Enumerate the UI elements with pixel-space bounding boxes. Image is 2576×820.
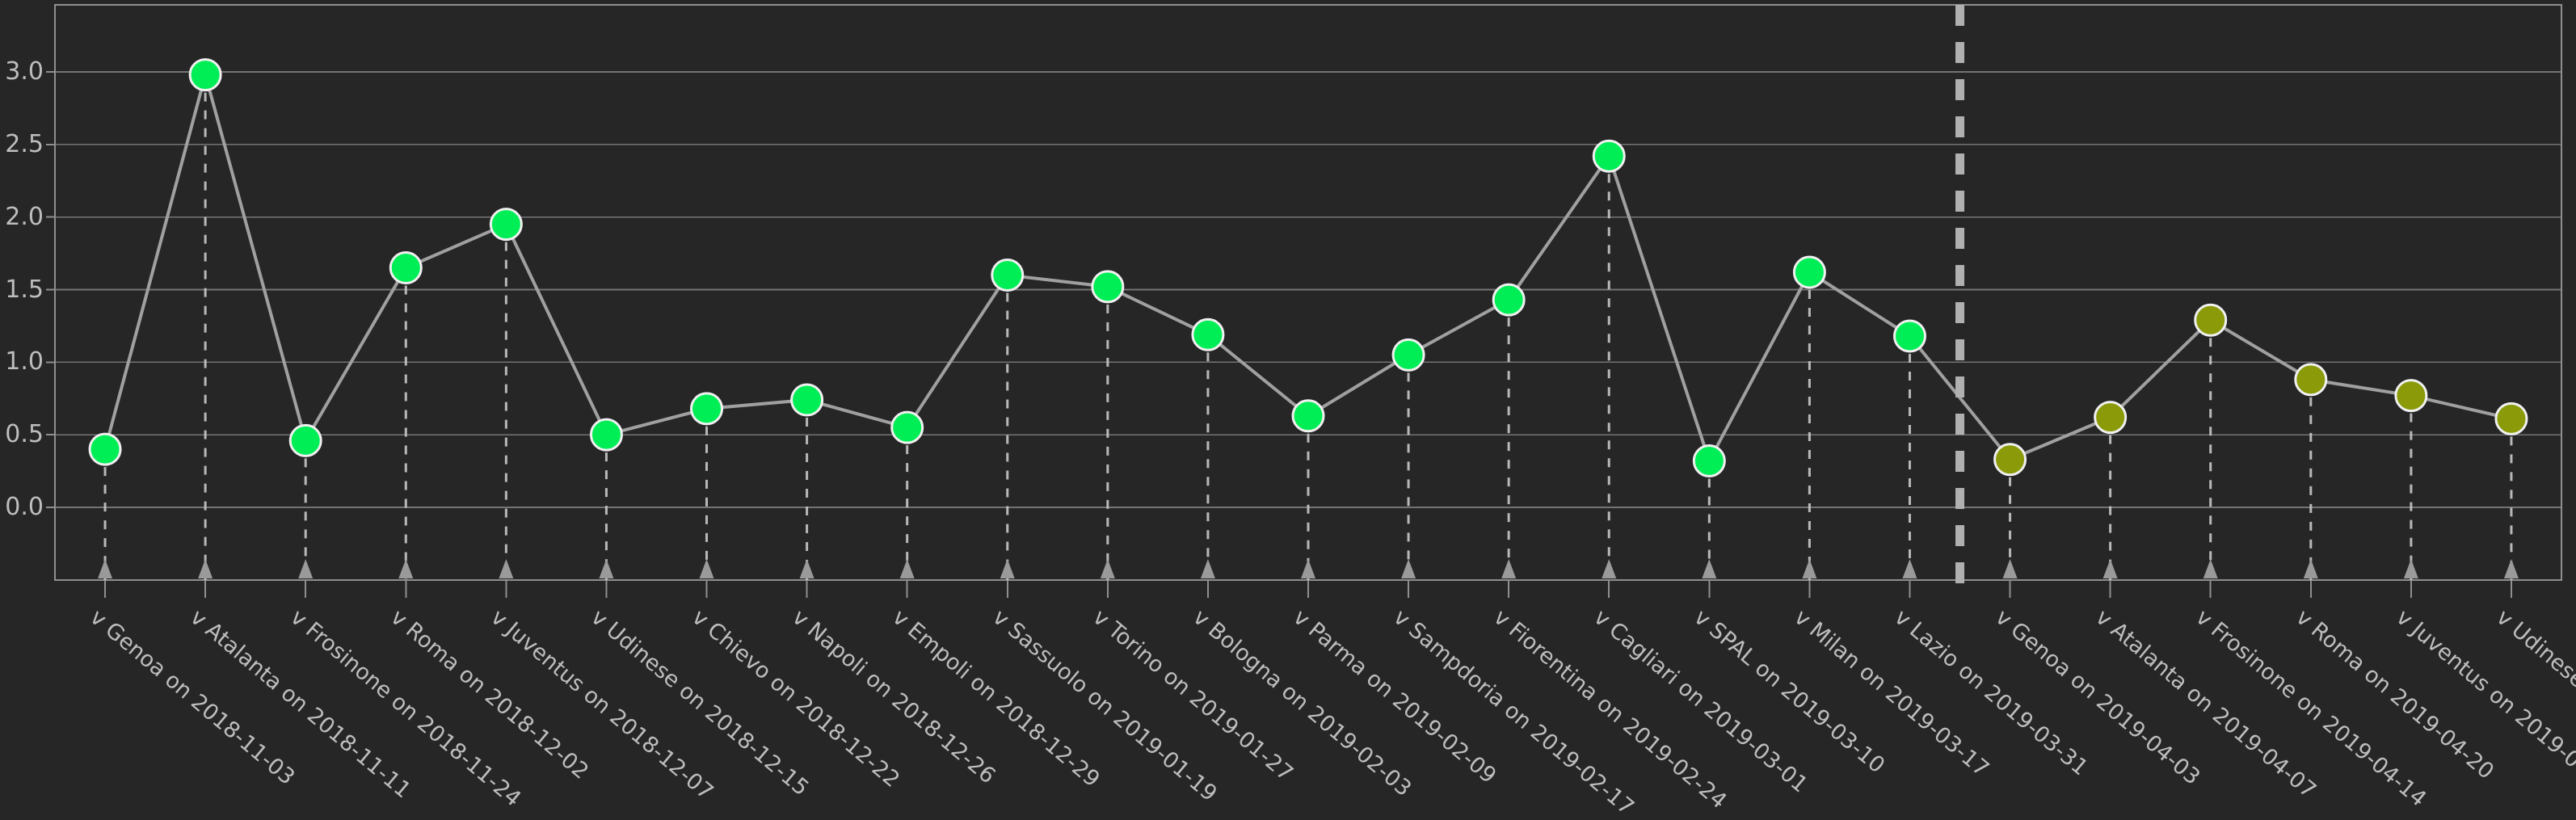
data-point-marker[interactable] bbox=[1892, 319, 1926, 353]
data-point-marker[interactable] bbox=[1792, 255, 1826, 289]
data-point-marker[interactable] bbox=[790, 383, 824, 417]
data-point-marker[interactable] bbox=[991, 259, 1025, 292]
y-axis-tick-label: 2.0 bbox=[5, 202, 44, 231]
x-tick-caret-icon bbox=[2102, 559, 2118, 578]
gridlines bbox=[46, 71, 2561, 508]
data-point-marker[interactable] bbox=[1692, 444, 1726, 478]
point-stems bbox=[103, 74, 2513, 580]
x-tick-caret-icon bbox=[1100, 559, 1115, 578]
data-point-marker[interactable] bbox=[1391, 338, 1425, 372]
x-tick-caret-icon bbox=[1200, 559, 1215, 578]
data-point-marker[interactable] bbox=[489, 208, 523, 242]
data-point-marker[interactable] bbox=[389, 251, 423, 285]
chart-figure: 0.0 0.5 1.0 1.5 2.0 2.5 3.0 v Genoa on 2018-11… bbox=[0, 0, 2576, 820]
x-tick-caret-icon bbox=[1902, 559, 1917, 578]
x-tick-caret-icon bbox=[1702, 559, 1717, 578]
x-tick-caret-icon bbox=[699, 559, 714, 578]
data-point-marker[interactable] bbox=[88, 432, 122, 466]
x-tick-caret-icon bbox=[499, 559, 514, 578]
x-tick-caret-icon bbox=[198, 559, 213, 578]
x-tick-caret-icon bbox=[1000, 559, 1015, 578]
data-point-marker[interactable] bbox=[1091, 270, 1125, 304]
x-tick-caret-icon bbox=[2503, 559, 2519, 578]
x-tick-caret-icon bbox=[2403, 559, 2418, 578]
x-tick-caret-icon bbox=[2203, 559, 2218, 578]
x-tick-caret-icon bbox=[799, 559, 814, 578]
x-tick-carets bbox=[98, 559, 2519, 598]
y-axis-tick-label: 0.5 bbox=[5, 420, 44, 449]
x-tick-caret-icon bbox=[1802, 559, 1817, 578]
x-tick-caret-icon bbox=[1301, 559, 1315, 578]
data-point-marker[interactable] bbox=[188, 58, 222, 92]
x-tick-caret-icon bbox=[899, 559, 915, 578]
x-tick-caret-icon bbox=[2002, 559, 2018, 578]
data-point-marker[interactable] bbox=[2194, 303, 2228, 337]
x-tick-caret-icon bbox=[98, 559, 113, 578]
x-tick-caret-icon bbox=[298, 559, 314, 578]
y-axis-tick-label: 1.5 bbox=[5, 275, 44, 304]
x-tick-caret-icon bbox=[398, 559, 414, 578]
data-point-marker[interactable] bbox=[1191, 317, 1225, 351]
x-tick-caret-icon bbox=[2303, 559, 2318, 578]
data-point-marker[interactable] bbox=[690, 392, 724, 426]
x-tick-caret-icon bbox=[1602, 559, 1617, 578]
x-tick-caret-icon bbox=[1401, 559, 1416, 578]
data-point-marker[interactable] bbox=[2094, 401, 2128, 435]
data-point-marker[interactable] bbox=[1592, 139, 1626, 173]
y-axis-tick-label: 0.0 bbox=[5, 493, 44, 521]
x-tick-caret-icon bbox=[1501, 559, 1517, 578]
y-axis-tick-label: 3.0 bbox=[5, 57, 44, 86]
data-point-marker[interactable] bbox=[288, 423, 322, 457]
x-tick-caret-icon bbox=[599, 559, 614, 578]
data-point-marker[interactable] bbox=[2394, 379, 2428, 413]
y-axis-tick-label: 1.0 bbox=[5, 347, 44, 376]
data-point-marker[interactable] bbox=[2294, 363, 2328, 397]
data-point-marker[interactable] bbox=[589, 418, 623, 452]
data-point-marker[interactable] bbox=[1993, 443, 2027, 477]
data-point-marker[interactable] bbox=[2494, 402, 2528, 435]
data-point-marker[interactable] bbox=[890, 410, 924, 444]
data-points bbox=[88, 58, 2528, 478]
y-axis-tick-label: 2.5 bbox=[5, 129, 44, 158]
data-point-marker[interactable] bbox=[1492, 283, 1526, 317]
data-point-marker[interactable] bbox=[1291, 399, 1325, 433]
